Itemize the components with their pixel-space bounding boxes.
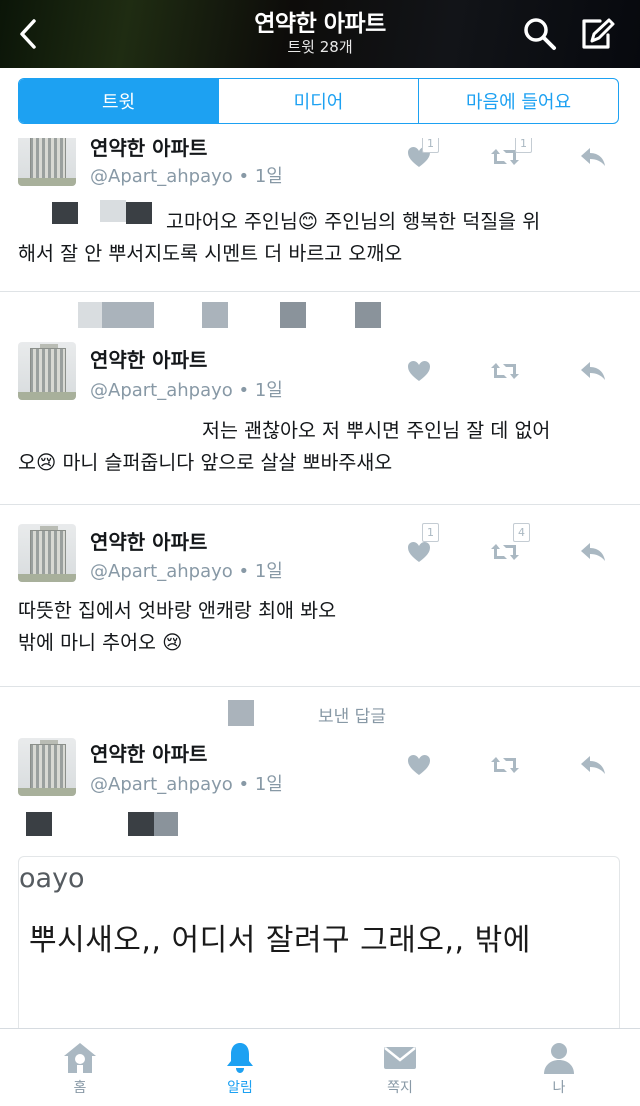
- bottom-tab-me[interactable]: 나: [499, 1029, 619, 1106]
- avatar[interactable]: [18, 342, 76, 400]
- tweet-text-line: 따뜻한 집에서 엇바랑 앤캐랑 최애 봐오: [18, 599, 337, 622]
- avatar[interactable]: [18, 524, 76, 582]
- tweet-text-line: 오😢 마니 슬퍼줍니다 앞으로 살살 뽀바주새오: [18, 451, 393, 474]
- replied-label: 보낸 답글: [318, 707, 386, 727]
- tweet-text-line: 고마어오 주인님😊 주인님의 행복한 덕질을 위: [166, 210, 541, 233]
- retweet-count: 1: [515, 138, 532, 153]
- censored-context: [228, 700, 254, 726]
- heart-icon: [408, 542, 430, 562]
- quoted-handle: oayo: [19, 863, 85, 894]
- censored-mention: [128, 812, 154, 836]
- censored-mention: [154, 812, 178, 836]
- envelope-icon: [384, 1047, 416, 1069]
- tweet-text-line: 저는 괜찮아오 저 뿌시면 주인님 잘 데 없어: [202, 419, 551, 442]
- like-count: 1: [422, 523, 439, 542]
- author-name[interactable]: 연약한 아파트: [90, 138, 207, 161]
- like-count: 1: [422, 138, 439, 153]
- censored-context: [78, 302, 102, 328]
- person-icon: [544, 1043, 574, 1074]
- bell-icon: [227, 1043, 253, 1073]
- censored-context: [102, 302, 154, 328]
- tab-media[interactable]: 미디어: [218, 79, 418, 123]
- retweet-icon: [491, 363, 519, 379]
- retweet-count: 4: [513, 523, 530, 542]
- like-button[interactable]: [402, 356, 436, 386]
- author-handle: @Apart_ahpayo • 1일: [90, 774, 283, 795]
- tweet-feed[interactable]: 연약한 아파트 @Apart_ahpayo • 1일 1 1 고마어오 주인님😊…: [0, 138, 640, 1028]
- bottom-tab-label: 나: [552, 1080, 566, 1096]
- tweet-text-line: 해서 잘 안 뿌서지도록 시멘트 더 바르고 오깨오: [18, 242, 403, 265]
- reply-button[interactable]: [576, 356, 610, 386]
- retweet-button[interactable]: [488, 356, 522, 386]
- home-icon: [64, 1043, 96, 1073]
- heart-icon: [408, 361, 430, 381]
- tweet-text-line: 밖에 마니 추어오 😢: [18, 631, 183, 654]
- censored-context: [280, 302, 306, 328]
- retweet-icon: [491, 757, 519, 773]
- heart-icon: [408, 755, 430, 775]
- author-handle: @Apart_ahpayo • 1일: [90, 380, 283, 401]
- avatar[interactable]: [18, 738, 76, 796]
- profile-header: 연약한 아파트 트윗 28개: [0, 0, 640, 68]
- author-name[interactable]: 연약한 아파트: [90, 526, 207, 555]
- search-icon: [524, 18, 556, 50]
- reply-icon: [581, 756, 605, 774]
- tweet-text: 저는 괜찮아오 저 뿌시면 주인님 잘 데 없어 오😢 마니 슬퍼줍니다 앞으로…: [18, 410, 628, 494]
- divider: [0, 291, 640, 292]
- quoted-text: 뿌시새오,, 어디서 잘려구 그래오,, 밖에: [29, 923, 531, 958]
- quoted-image-card[interactable]: oayo 뿌시새오,, 어디서 잘려구 그래오,, 밖에: [18, 856, 620, 1028]
- reply-button[interactable]: [576, 750, 610, 780]
- segmented-control: 트윗 미디어 마음에 들어요: [18, 78, 619, 124]
- reply-icon: [581, 362, 605, 380]
- tab-tweets[interactable]: 트윗: [19, 79, 218, 123]
- tweet-text: 고마어오 주인님😊 주인님의 행복한 덕질을 위 해서 잘 안 뿌서지도록 시멘…: [18, 201, 628, 285]
- bottom-tab-label: 홈: [73, 1080, 87, 1096]
- author-name[interactable]: 연약한 아파트: [90, 344, 207, 373]
- retweet-button[interactable]: [488, 750, 522, 780]
- divider: [0, 504, 640, 505]
- author-handle: @Apart_ahpayo • 1일: [90, 561, 283, 582]
- bottom-tab-label: 쪽지: [387, 1080, 413, 1096]
- bottom-tab-bar: 홈 알림 쪽지 나: [0, 1028, 640, 1105]
- profile-tabbar: 트윗 미디어 마음에 들어요: [0, 68, 640, 140]
- censored-context: [202, 302, 228, 328]
- bottom-tab-notifications[interactable]: 알림: [180, 1029, 300, 1106]
- divider: [0, 686, 640, 687]
- reply-icon: [581, 148, 605, 166]
- tweet-text: 따뜻한 집에서 엇바랑 앤캐랑 최애 봐오 밖에 마니 추어오 😢: [18, 590, 628, 674]
- reply-button[interactable]: [576, 537, 610, 567]
- compose-tweet-button[interactable]: [576, 14, 620, 54]
- like-button[interactable]: [402, 750, 436, 780]
- avatar[interactable]: [18, 138, 76, 186]
- tab-likes[interactable]: 마음에 들어요: [418, 79, 618, 123]
- author-handle: @Apart_ahpayo • 1일: [90, 166, 283, 187]
- reply-button[interactable]: [576, 142, 610, 172]
- search-button[interactable]: [520, 14, 560, 54]
- censored-context: [355, 302, 381, 328]
- retweet-icon: [491, 544, 519, 560]
- bottom-tab-messages[interactable]: 쪽지: [340, 1029, 460, 1106]
- reply-icon: [581, 543, 605, 561]
- bottom-tab-home[interactable]: 홈: [20, 1029, 140, 1106]
- compose-icon: [582, 18, 615, 49]
- bottom-tab-label: 알림: [227, 1080, 253, 1096]
- censored-mention: [26, 812, 52, 836]
- author-name[interactable]: 연약한 아파트: [90, 738, 207, 767]
